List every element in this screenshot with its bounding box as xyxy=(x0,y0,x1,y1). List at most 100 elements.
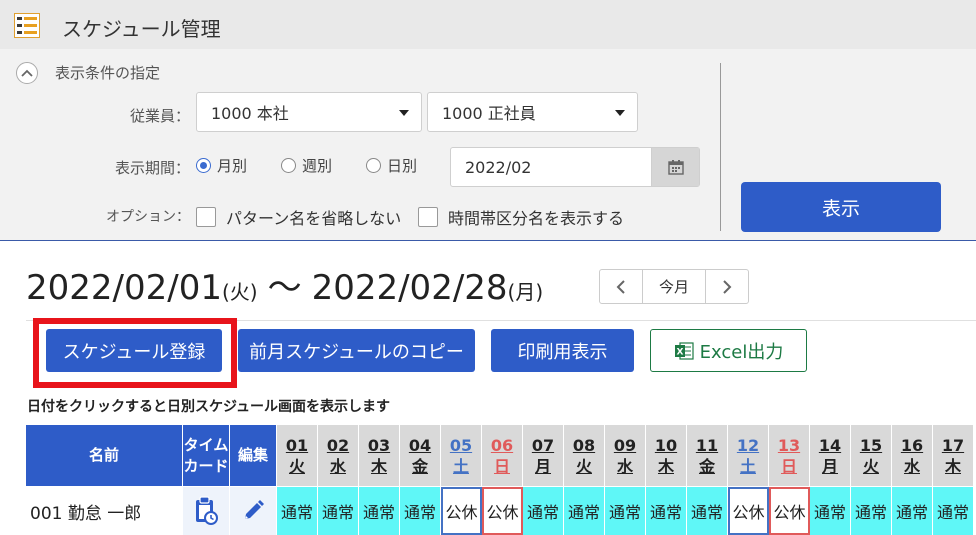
next-month-button[interactable] xyxy=(706,270,748,303)
edit-button[interactable] xyxy=(230,487,277,535)
schedule-cell-03[interactable]: 通常 xyxy=(359,487,400,535)
prev-month-button[interactable] xyxy=(600,270,642,303)
schedule-cell-04[interactable]: 通常 xyxy=(400,487,441,535)
day-header-01[interactable]: 01 火 xyxy=(277,425,318,486)
day-number: 16 xyxy=(900,435,924,455)
day-weekday: 土 xyxy=(739,456,756,476)
day-header-07[interactable]: 07 月 xyxy=(523,425,564,486)
show-button[interactable]: 表示 xyxy=(741,182,941,232)
schedule-cell-11[interactable]: 通常 xyxy=(687,487,728,535)
schedule-cell-10[interactable]: 通常 xyxy=(646,487,687,535)
period-radio-month[interactable]: 月別 xyxy=(196,155,247,176)
range-start-weekday: (火) xyxy=(221,280,258,304)
day-number: 11 xyxy=(695,435,719,455)
current-month-button[interactable]: 今月 xyxy=(642,270,706,303)
pencil-icon xyxy=(245,500,264,519)
schedule-cell-15[interactable]: 通常 xyxy=(851,487,892,535)
period-option-label: 週別 xyxy=(302,157,333,175)
day-header-03[interactable]: 03 木 xyxy=(359,425,400,486)
schedule-cell-02[interactable]: 通常 xyxy=(318,487,359,535)
schedule-cell-14[interactable]: 通常 xyxy=(810,487,851,535)
day-header-11[interactable]: 11 金 xyxy=(687,425,728,486)
checkbox-time-zone-name[interactable]: 時間帯区分名を表示する xyxy=(418,205,624,229)
period-radio-week[interactable]: 週別 xyxy=(281,155,332,176)
day-number: 07 xyxy=(531,435,555,455)
day-header-06[interactable]: 06 日 xyxy=(482,425,523,486)
chevron-up-icon xyxy=(21,69,33,77)
day-weekday: 土 xyxy=(452,456,469,476)
print-view-button[interactable]: 印刷用表示 xyxy=(491,329,634,372)
checkbox-icon xyxy=(196,207,216,227)
day-number: 10 xyxy=(654,435,678,455)
day-weekday: 金 xyxy=(411,456,428,476)
schedule-cell-12[interactable]: 公休 xyxy=(728,487,769,535)
day-weekday: 火 xyxy=(575,456,592,476)
day-header-05[interactable]: 05 土 xyxy=(441,425,482,486)
schedule-cell-08[interactable]: 通常 xyxy=(564,487,605,535)
day-header-12[interactable]: 12 土 xyxy=(728,425,769,486)
schedule-cell-09[interactable]: 通常 xyxy=(605,487,646,535)
day-header-04[interactable]: 04 金 xyxy=(400,425,441,486)
schedule-cell-17[interactable]: 通常 xyxy=(933,487,974,535)
highlight-box xyxy=(33,318,237,388)
schedule-cell-01[interactable]: 通常 xyxy=(277,487,318,535)
range-start: 2022/02/01 xyxy=(26,268,222,308)
day-weekday: 火 xyxy=(288,456,305,476)
day-number: 14 xyxy=(818,435,842,455)
employee-label: 従業員： xyxy=(129,107,190,125)
excel-export-label: Excel出力 xyxy=(699,341,784,363)
option-label: オプション： xyxy=(106,209,190,225)
schedule-cell-06[interactable]: 公休 xyxy=(482,487,523,535)
day-header-02[interactable]: 02 水 xyxy=(318,425,359,486)
day-header-14[interactable]: 14 月 xyxy=(810,425,851,486)
employee-name: 001 勤怠 一郎 xyxy=(26,487,183,535)
date-field[interactable]: 2022/02 xyxy=(450,147,700,187)
copy-previous-month-button[interactable]: 前月スケジュールのコピー xyxy=(238,329,475,372)
period-option-label: 日別 xyxy=(387,157,418,175)
header-edit: 編集 xyxy=(230,425,277,486)
day-number: 12 xyxy=(736,435,760,455)
excel-export-button[interactable]: X Excel出力 xyxy=(650,329,807,372)
period-option-label: 月別 xyxy=(217,157,248,175)
chevron-right-icon xyxy=(723,279,732,294)
schedule-cell-05[interactable]: 公休 xyxy=(441,487,482,535)
day-header-08[interactable]: 08 火 xyxy=(564,425,605,486)
page-title: スケジュール管理 xyxy=(62,17,221,41)
excel-icon: X xyxy=(674,341,694,360)
day-header-13[interactable]: 13 日 xyxy=(769,425,810,486)
employee-type-value: 1000 正社員 xyxy=(442,104,536,123)
checkbox-full-pattern-name[interactable]: パターン名を省略しない xyxy=(196,205,401,229)
radio-icon xyxy=(281,158,296,173)
schedule-cell-16[interactable]: 通常 xyxy=(892,487,933,535)
range-end-weekday: (月) xyxy=(507,280,544,304)
filter-panel: 表示条件の指定 従業員： 1000 本社 1000 正社員 表示期間： 月別 週… xyxy=(0,49,976,241)
calendar-icon xyxy=(667,160,684,175)
checkbox-label: パターン名を省略しない xyxy=(226,209,402,228)
date-range-heading: 2022/02/01(火) 〜 2022/02/28(月) xyxy=(26,260,543,309)
timecard-button[interactable] xyxy=(183,487,230,535)
schedule-app-icon xyxy=(14,13,40,38)
header-timecard: タイム カード xyxy=(183,425,230,486)
collapse-button[interactable] xyxy=(16,62,38,84)
day-header-10[interactable]: 10 木 xyxy=(646,425,687,486)
employee-office-select[interactable]: 1000 本社 xyxy=(196,92,422,132)
day-weekday: 月 xyxy=(534,456,551,476)
period-radio-day[interactable]: 日別 xyxy=(366,155,417,176)
employee-type-select[interactable]: 1000 正社員 xyxy=(427,92,638,132)
svg-text:X: X xyxy=(676,347,683,357)
day-weekday: 月 xyxy=(821,456,838,476)
day-header-09[interactable]: 09 水 xyxy=(605,425,646,486)
day-weekday: 日 xyxy=(780,456,797,476)
day-number: 08 xyxy=(572,435,596,455)
schedule-cell-13[interactable]: 公休 xyxy=(769,487,810,535)
schedule-cell-07[interactable]: 通常 xyxy=(523,487,564,535)
day-header-17[interactable]: 17 木 xyxy=(933,425,974,486)
day-header-15[interactable]: 15 火 xyxy=(851,425,892,486)
day-header-16[interactable]: 16 水 xyxy=(892,425,933,486)
clipboard-clock-icon xyxy=(196,496,218,525)
calendar-button[interactable] xyxy=(651,148,699,186)
day-weekday: 木 xyxy=(944,456,961,476)
day-weekday: 水 xyxy=(903,456,920,476)
day-number: 15 xyxy=(859,435,883,455)
chevron-down-icon xyxy=(399,110,409,116)
